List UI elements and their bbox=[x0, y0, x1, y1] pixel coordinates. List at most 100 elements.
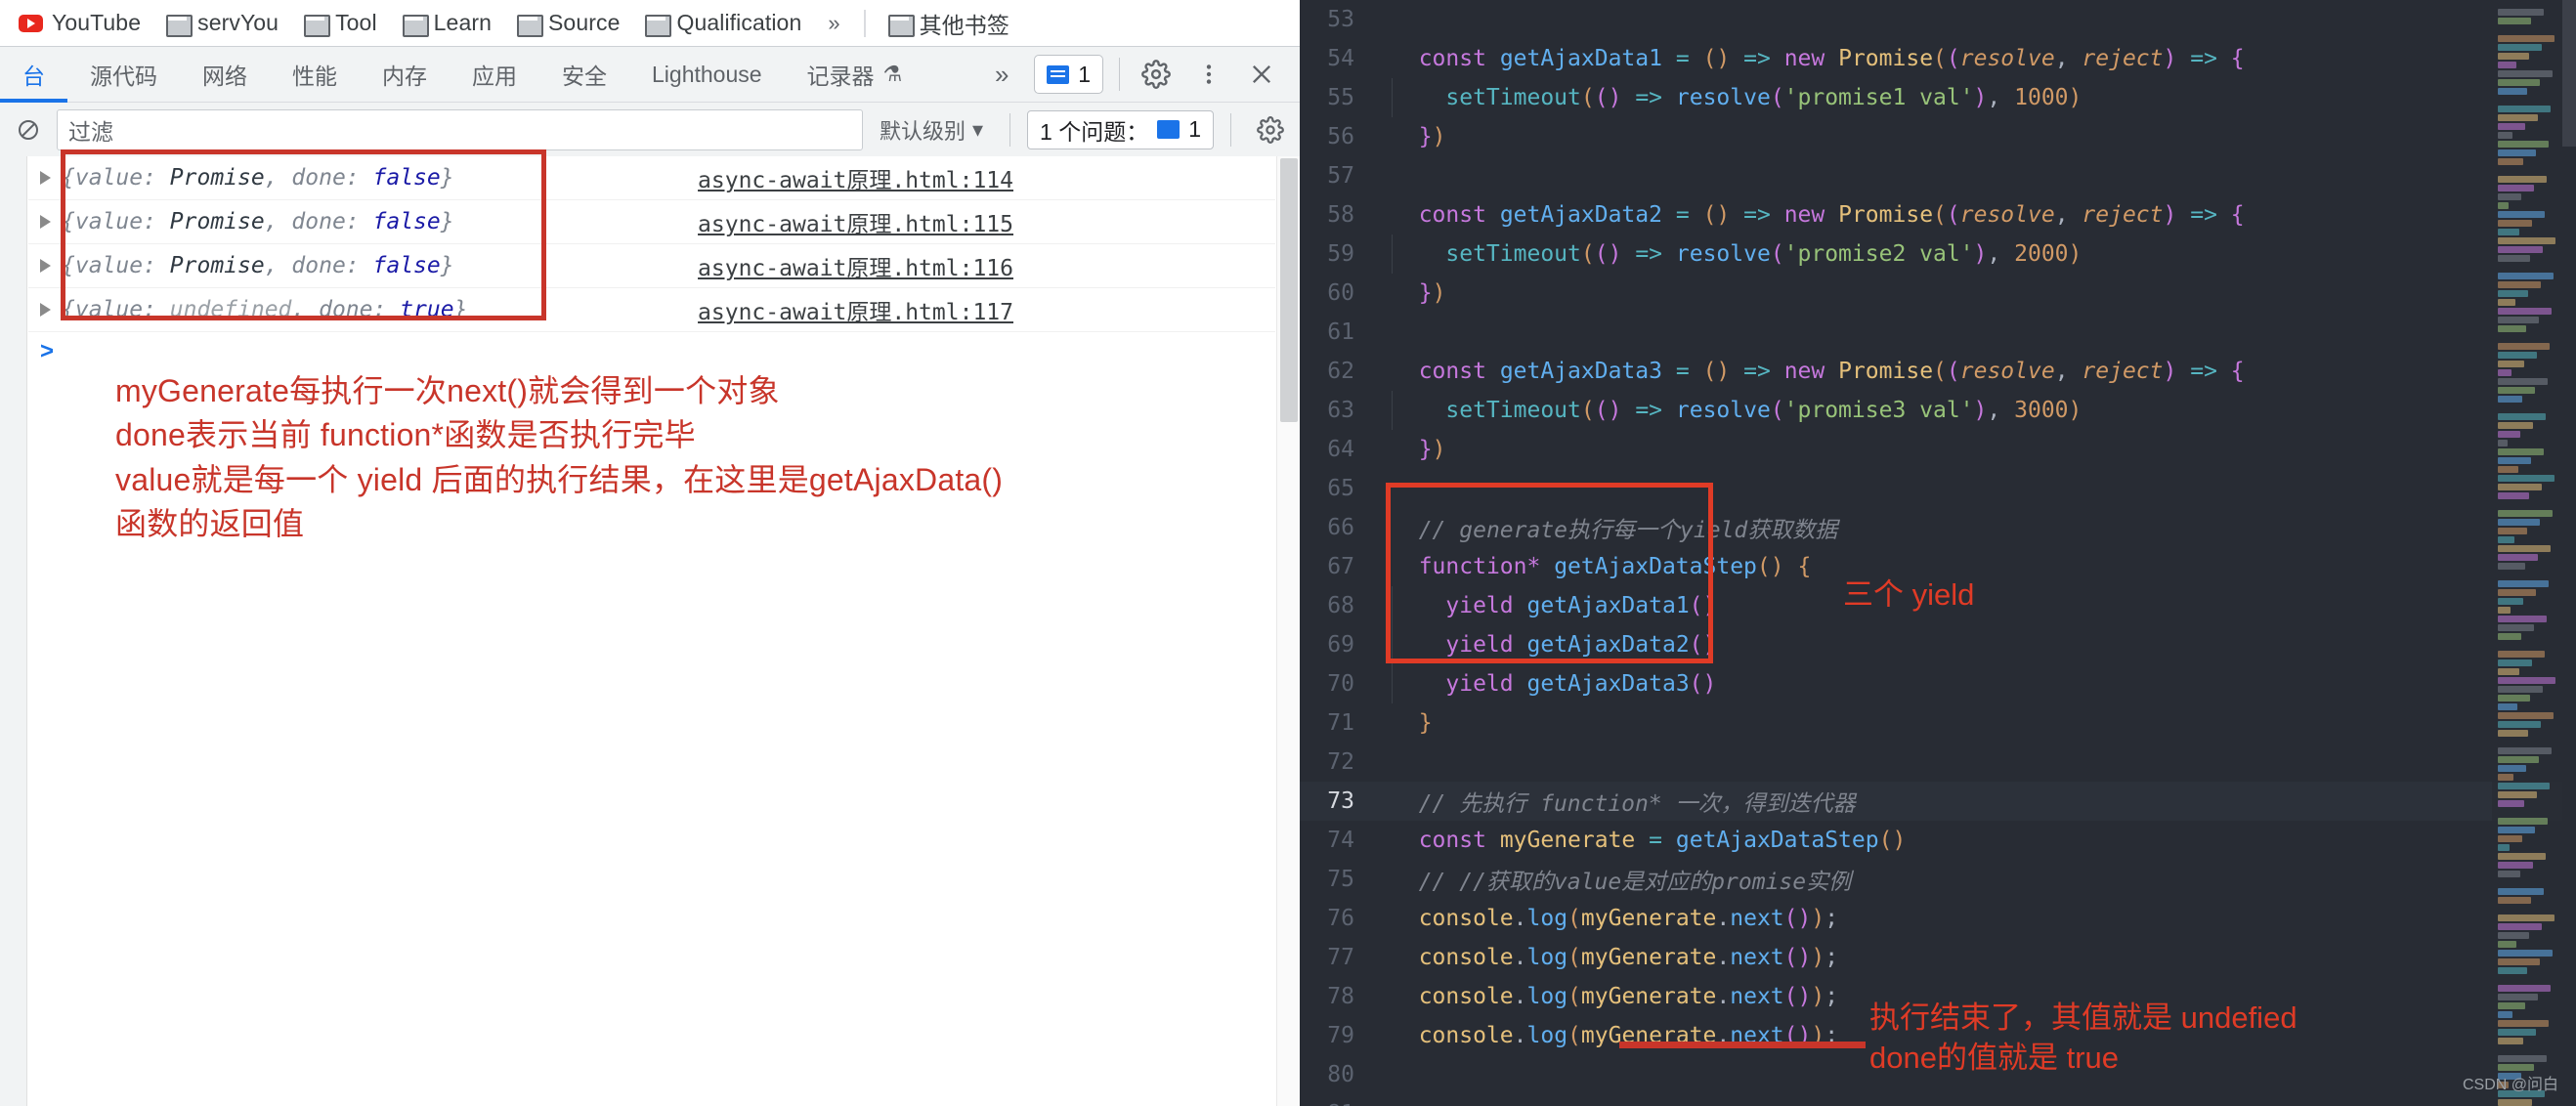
code-text: console.log(myGenerate.next()); bbox=[1388, 906, 1838, 931]
code-line[interactable]: 56 }) bbox=[1300, 117, 2576, 156]
devtools-tab-label: 台 bbox=[22, 64, 45, 89]
devtools-tab-应用[interactable]: 应用 bbox=[450, 47, 539, 103]
minimap-line bbox=[2498, 53, 2529, 60]
code-line[interactable]: 63 setTimeout(() => resolve('promise3 va… bbox=[1300, 391, 2576, 430]
code-line[interactable]: 64 }) bbox=[1300, 430, 2576, 469]
console-log-source-link[interactable]: async-await原理.html:117 bbox=[698, 293, 1013, 326]
minimap-line bbox=[2498, 70, 2553, 77]
code-line[interactable]: 59 setTimeout(() => resolve('promise2 va… bbox=[1300, 234, 2576, 274]
code-line[interactable]: 70 yield getAjaxData3() bbox=[1300, 664, 2576, 703]
code-line[interactable]: 69 yield getAjaxData2() bbox=[1300, 625, 2576, 664]
console-log-row[interactable]: {value: Promise, done: false} async-await… bbox=[28, 244, 1275, 288]
devtools-tab-网络[interactable]: 网络 bbox=[180, 47, 270, 103]
code-line[interactable]: 54 const getAjaxData1 = () => new Promis… bbox=[1300, 39, 2576, 78]
console-issues-button[interactable]: 1 个问题： 1 bbox=[1027, 109, 1214, 149]
console-log-source-link[interactable]: async-await原理.html:114 bbox=[698, 161, 1013, 194]
code-token: ) bbox=[1770, 554, 1784, 579]
bookmark-item[interactable]: Source bbox=[504, 7, 632, 39]
devtools-more-options-button[interactable] bbox=[1182, 48, 1235, 101]
bookmark-item[interactable]: Qualification bbox=[632, 7, 814, 39]
console-settings-button[interactable] bbox=[1248, 107, 1293, 152]
code-line[interactable]: 58 const getAjaxData2 = () => new Promis… bbox=[1300, 195, 2576, 234]
issues-badge-button[interactable]: 1 bbox=[1034, 55, 1103, 94]
devtools-tab-性能[interactable]: 性能 bbox=[270, 47, 360, 103]
code-token: ) bbox=[1702, 671, 1717, 697]
code-line[interactable]: 72 bbox=[1300, 743, 2576, 782]
annotation-line: done表示当前 function*函数是否执行完毕 bbox=[115, 417, 696, 453]
code-token: { bbox=[1797, 554, 1812, 579]
line-number: 59 bbox=[1327, 241, 1354, 267]
code-line[interactable]: 74 const myGenerate = getAjaxDataStep() bbox=[1300, 821, 2576, 860]
minimap-line bbox=[2498, 1055, 2547, 1062]
code-line[interactable]: 81 bbox=[1300, 1094, 2576, 1106]
other-bookmarks-button[interactable]: 其他书签 bbox=[876, 4, 1022, 43]
code-token: new bbox=[1783, 359, 1825, 384]
code-line[interactable]: 77 console.log(myGenerate.next()); bbox=[1300, 938, 2576, 977]
code-line[interactable]: 65 bbox=[1300, 469, 2576, 508]
devtools-tab-源代码[interactable]: 源代码 bbox=[67, 47, 180, 103]
code-token: ( bbox=[1689, 632, 1703, 658]
devtools-tab-安全[interactable]: 安全 bbox=[539, 47, 629, 103]
code-line[interactable]: 53 bbox=[1300, 0, 2576, 39]
editor-scrollbar-thumb[interactable] bbox=[2562, 0, 2576, 147]
devtools-settings-button[interactable] bbox=[1130, 48, 1182, 101]
bookmark-item[interactable]: servYou bbox=[153, 7, 291, 39]
console-log-source-link[interactable]: async-await原理.html:116 bbox=[698, 249, 1013, 282]
code-line[interactable]: 61 bbox=[1300, 313, 2576, 352]
editor-minimap[interactable] bbox=[2492, 0, 2562, 1106]
console-filter-input[interactable]: 过滤 bbox=[57, 108, 863, 150]
code-line[interactable]: 76 console.log(myGenerate.next()); bbox=[1300, 899, 2576, 938]
clear-console-button[interactable] bbox=[7, 108, 50, 151]
code-line[interactable]: 71 } bbox=[1300, 703, 2576, 743]
youtube-icon bbox=[19, 14, 43, 32]
code-token: ( bbox=[1594, 241, 1609, 267]
bookmark-item[interactable]: Tool bbox=[291, 7, 390, 39]
expand-triangle-icon[interactable] bbox=[40, 215, 51, 229]
devtools-tab-内存[interactable]: 内存 bbox=[360, 47, 450, 103]
console-log-level-select[interactable]: 默认级别 ▾ bbox=[870, 114, 993, 146]
code-line[interactable]: 62 const getAjaxData3 = () => new Promis… bbox=[1300, 352, 2576, 391]
line-number: 54 bbox=[1327, 46, 1354, 71]
console-scrollbar[interactable] bbox=[1276, 156, 1300, 1106]
line-number: 67 bbox=[1327, 554, 1354, 579]
line-number: 58 bbox=[1327, 202, 1354, 228]
line-number: 79 bbox=[1327, 1023, 1354, 1048]
expand-triangle-icon[interactable] bbox=[40, 171, 51, 185]
console-log-row[interactable]: {value: Promise, done: false} async-await… bbox=[28, 200, 1275, 244]
bookmarks-overflow-button[interactable]: » bbox=[814, 11, 853, 36]
console-log-source-link[interactable]: async-await原理.html:115 bbox=[698, 205, 1013, 238]
code-line[interactable]: 75 // //获取的value是对应的promise实例 bbox=[1300, 860, 2576, 899]
line-number: 62 bbox=[1327, 359, 1354, 384]
code-token: Promise bbox=[1838, 202, 1934, 228]
code-line[interactable]: 60 }) bbox=[1300, 274, 2576, 313]
minimap-line bbox=[2498, 1064, 2534, 1071]
code-line[interactable]: 66 // generate执行每一个yield获取数据 bbox=[1300, 508, 2576, 547]
code-line[interactable]: 57 bbox=[1300, 156, 2576, 195]
code-token: getAjaxData1 bbox=[1499, 46, 1662, 71]
expand-triangle-icon[interactable] bbox=[40, 303, 51, 317]
bookmark-item[interactable]: Learn bbox=[390, 7, 504, 39]
code-line[interactable]: 73 // 先执行 function* 一次，得到迭代器 bbox=[1300, 782, 2576, 821]
console-log-row[interactable]: {value: undefined, done: true} async-awai… bbox=[28, 288, 1275, 332]
minimap-line bbox=[2498, 633, 2521, 640]
expand-triangle-icon[interactable] bbox=[40, 259, 51, 273]
code-line[interactable]: 55 setTimeout(() => resolve('promise1 va… bbox=[1300, 78, 2576, 117]
console-log-row[interactable]: {value: Promise, done: false} async-await… bbox=[28, 156, 1275, 200]
devtools-tab-台[interactable]: 台 bbox=[0, 47, 67, 103]
devtools-close-button[interactable] bbox=[1235, 48, 1288, 101]
minimap-line bbox=[2498, 783, 2550, 789]
devtools-tab-Lighthouse[interactable]: Lighthouse bbox=[629, 47, 785, 103]
bookmark-item[interactable]: YouTube bbox=[6, 7, 153, 39]
console-prompt-row[interactable]: > bbox=[28, 332, 1275, 371]
more-panels-button[interactable]: » bbox=[975, 48, 1028, 101]
devtools-tab-记录器[interactable]: 记录器 ⚗ bbox=[785, 47, 925, 103]
